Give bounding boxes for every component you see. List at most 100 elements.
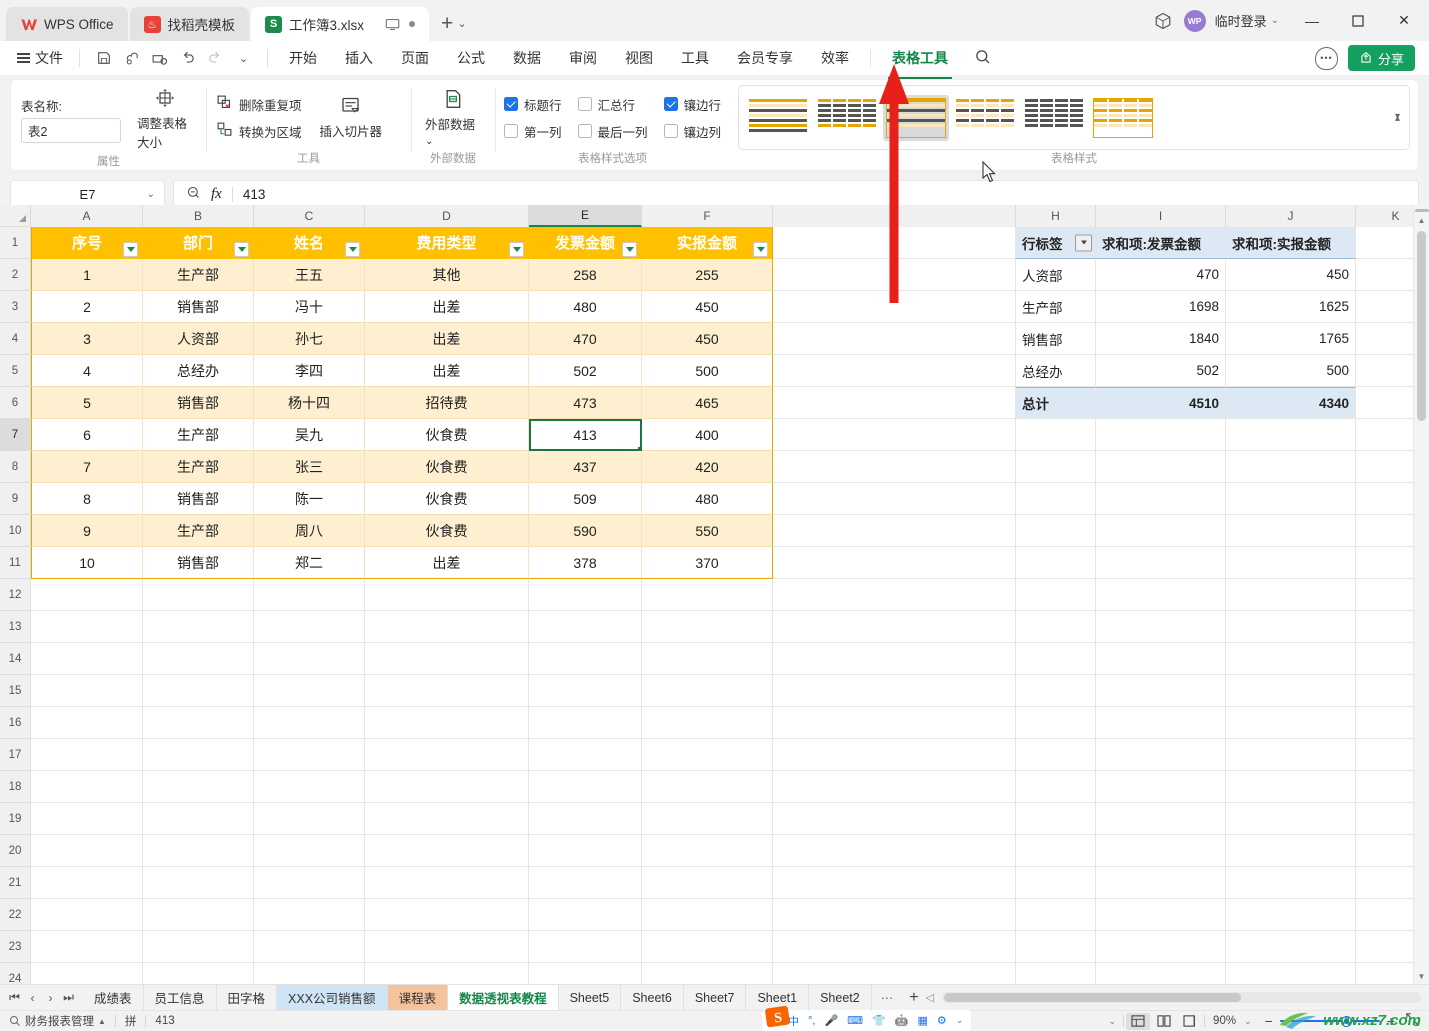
cell-H24[interactable] xyxy=(1016,963,1096,984)
normal-view-icon[interactable] xyxy=(1126,1012,1151,1030)
checkbox-banded-rows[interactable]: 镶边行 xyxy=(663,95,721,114)
tab-start[interactable]: 开始 xyxy=(275,44,331,72)
cell-D18[interactable] xyxy=(365,771,529,803)
cell-J9[interactable] xyxy=(1226,483,1356,515)
cell-C9[interactable]: 陈一 xyxy=(254,483,365,515)
prev-sheet-button[interactable]: ‹ xyxy=(25,991,40,1005)
cell-C17[interactable] xyxy=(254,739,365,771)
cell-C5[interactable]: 李四 xyxy=(254,355,365,387)
cell-I3[interactable]: 1698 xyxy=(1096,291,1226,323)
column-header-I[interactable]: I xyxy=(1096,205,1226,227)
cell-I1[interactable]: 求和项:发票金额 xyxy=(1096,227,1226,259)
cell-H22[interactable] xyxy=(1016,899,1096,931)
checkbox-banded-columns[interactable]: 镶边列 xyxy=(663,122,721,141)
tab-page[interactable]: 页面 xyxy=(387,44,443,72)
cell-I19[interactable] xyxy=(1096,803,1226,835)
ime-settings-icon[interactable]: ⚙ xyxy=(937,1014,947,1027)
row-header-15[interactable]: 15 xyxy=(0,675,30,707)
cell-I22[interactable] xyxy=(1096,899,1226,931)
row-header-23[interactable]: 23 xyxy=(0,931,30,963)
row-header-16[interactable]: 16 xyxy=(0,707,30,739)
cell-B22[interactable] xyxy=(143,899,254,931)
cell-G1[interactable] xyxy=(773,227,1016,259)
cell-H4[interactable]: 销售部 xyxy=(1016,323,1096,355)
cell-E22[interactable] xyxy=(529,899,642,931)
row-header-12[interactable]: 12 xyxy=(0,579,30,611)
cell-H3[interactable]: 生产部 xyxy=(1016,291,1096,323)
redo-icon[interactable] xyxy=(203,46,228,71)
tab-tools[interactable]: 工具 xyxy=(667,44,723,72)
cell-A17[interactable] xyxy=(31,739,143,771)
cell-A9[interactable]: 8 xyxy=(31,483,143,515)
cell-A19[interactable] xyxy=(31,803,143,835)
cell-J12[interactable] xyxy=(1226,579,1356,611)
name-box[interactable]: E7 ⌄ xyxy=(10,180,165,208)
hscroll-left-icon[interactable]: ◁ xyxy=(926,991,934,1004)
cell-I4[interactable]: 1840 xyxy=(1096,323,1226,355)
cell-G10[interactable] xyxy=(773,515,1016,547)
sheet-tab-chengjibiao[interactable]: 成绩表 xyxy=(83,984,144,1011)
cell-F7[interactable]: 400 xyxy=(642,419,773,451)
cell-A3[interactable]: 2 xyxy=(31,291,143,323)
row-header-3[interactable]: 3 xyxy=(0,291,30,323)
cell-J23[interactable] xyxy=(1226,931,1356,963)
cell-B3[interactable]: 销售部 xyxy=(143,291,254,323)
cell-D9[interactable]: 伙食费 xyxy=(365,483,529,515)
sheet-tab-xxx-sales[interactable]: XXX公司销售额 xyxy=(277,984,388,1011)
cell-A8[interactable]: 7 xyxy=(31,451,143,483)
cell-F1[interactable]: 实报金额 xyxy=(642,227,773,259)
ime-toolbar[interactable]: 中 °, 🎤 ⌨ 👕 🤖 ▦ ⚙ ⌄ xyxy=(762,1010,972,1031)
cell-B24[interactable] xyxy=(143,963,254,984)
cell-A21[interactable] xyxy=(31,867,143,899)
cell-G22[interactable] xyxy=(773,899,1016,931)
cell-D6[interactable]: 招待费 xyxy=(365,387,529,419)
ime-apps-icon[interactable]: ▦ xyxy=(917,1014,927,1027)
column-header-J[interactable]: J xyxy=(1226,205,1356,227)
cell-H23[interactable] xyxy=(1016,931,1096,963)
cell-G16[interactable] xyxy=(773,707,1016,739)
cell-J14[interactable] xyxy=(1226,643,1356,675)
cell-D15[interactable] xyxy=(365,675,529,707)
cell-B9[interactable]: 销售部 xyxy=(143,483,254,515)
fx-icon[interactable]: fx xyxy=(211,186,222,203)
cell-I21[interactable] xyxy=(1096,867,1226,899)
cell-E19[interactable] xyxy=(529,803,642,835)
cell-C6[interactable]: 杨十四 xyxy=(254,387,365,419)
cell-F11[interactable]: 370 xyxy=(642,547,773,579)
sheet-tab-sheet7[interactable]: Sheet7 xyxy=(683,984,747,1011)
cell-A15[interactable] xyxy=(31,675,143,707)
cell-H7[interactable] xyxy=(1016,419,1096,451)
cell-H17[interactable] xyxy=(1016,739,1096,771)
next-sheet-button[interactable]: › xyxy=(43,991,58,1005)
cell-B11[interactable]: 销售部 xyxy=(143,547,254,579)
undo-icon[interactable] xyxy=(175,46,200,71)
cell-C16[interactable] xyxy=(254,707,365,739)
cell-A24[interactable] xyxy=(31,963,143,984)
cell-C1[interactable]: 姓名 xyxy=(254,227,365,259)
checkbox-total-row[interactable]: 汇总行 xyxy=(577,95,648,114)
search-icon[interactable] xyxy=(974,48,991,69)
more-styles-chevron-icon[interactable]: ▾ ▴ xyxy=(1392,111,1403,123)
cell-I14[interactable] xyxy=(1096,643,1226,675)
cell-H14[interactable] xyxy=(1016,643,1096,675)
tab-table-tools[interactable]: 表格工具 xyxy=(878,44,962,79)
cell-B18[interactable] xyxy=(143,771,254,803)
cell-D8[interactable]: 伙食费 xyxy=(365,451,529,483)
comment-icon[interactable]: ••• xyxy=(1314,46,1338,70)
table-style-thumb-1[interactable] xyxy=(745,95,811,141)
column-header-E[interactable]: E xyxy=(529,205,642,227)
cell-B23[interactable] xyxy=(143,931,254,963)
cell-C18[interactable] xyxy=(254,771,365,803)
cell-A7[interactable]: 6 xyxy=(31,419,143,451)
cell-C23[interactable] xyxy=(254,931,365,963)
cell-A4[interactable]: 3 xyxy=(31,323,143,355)
cell-J19[interactable] xyxy=(1226,803,1356,835)
cell-J6[interactable]: 4340 xyxy=(1226,387,1356,419)
row-header-10[interactable]: 10 xyxy=(0,515,30,547)
row-header-2[interactable]: 2 xyxy=(0,259,30,291)
cell-C8[interactable]: 张三 xyxy=(254,451,365,483)
cell-B21[interactable] xyxy=(143,867,254,899)
cell-E4[interactable]: 470 xyxy=(529,323,642,355)
formula-zoom-icon[interactable] xyxy=(186,185,201,203)
cell-D2[interactable]: 其他 xyxy=(365,259,529,291)
